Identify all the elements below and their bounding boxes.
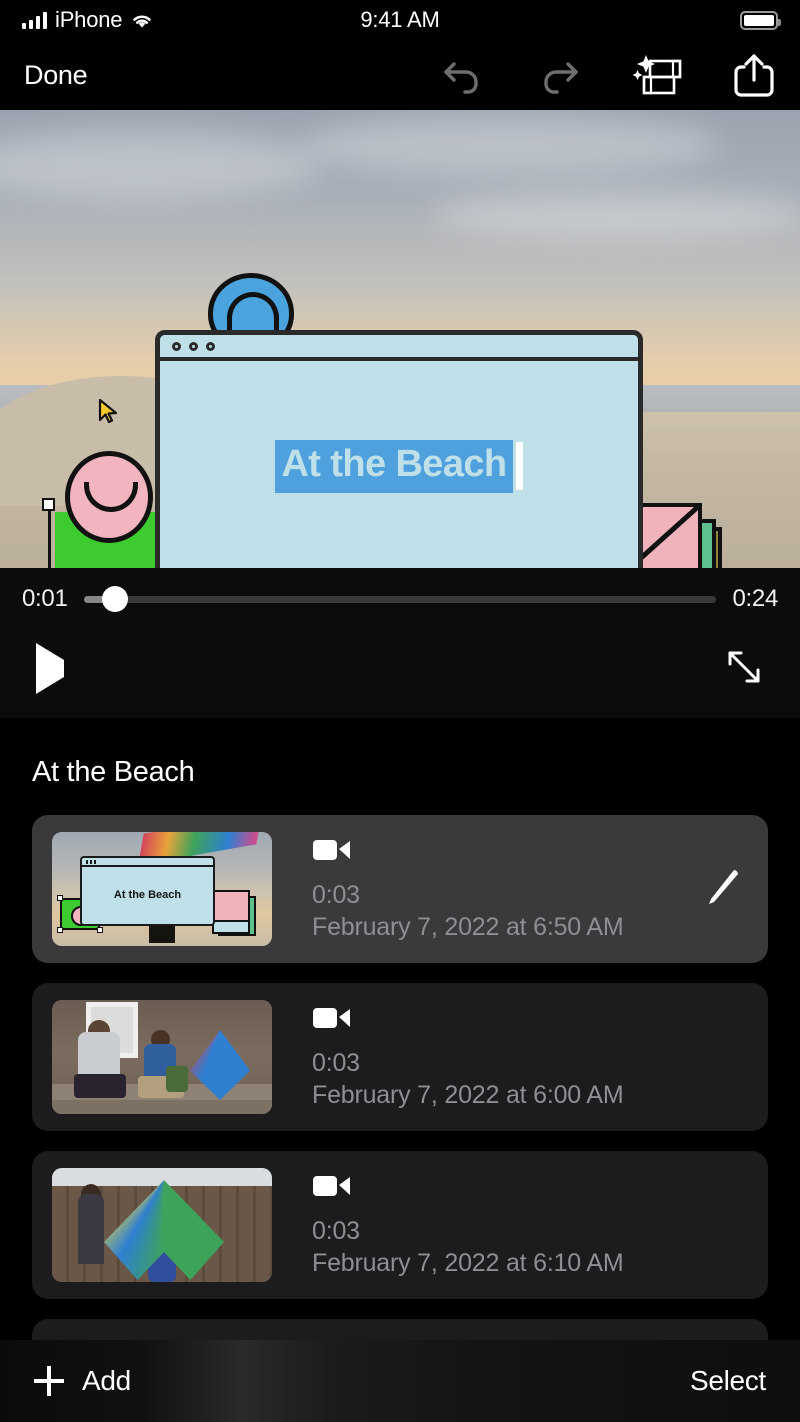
clip-metadata: 0:03 February 7, 2022 at 6:00 AM bbox=[272, 1004, 748, 1111]
clip-thumbnail[interactable] bbox=[52, 1000, 272, 1114]
plus-icon bbox=[34, 1366, 64, 1396]
title-card[interactable]: At the Beach bbox=[155, 330, 643, 568]
status-bar: iPhone 9:41 AM bbox=[0, 0, 800, 40]
navigation-bar: Done bbox=[0, 40, 800, 110]
video-camera-icon bbox=[312, 1004, 748, 1037]
playback-row bbox=[22, 630, 778, 708]
window-dot-icon bbox=[172, 341, 181, 351]
player-controls: 0:01 0:24 bbox=[0, 568, 800, 718]
bottom-toolbar: Add Select bbox=[0, 1340, 800, 1422]
status-bar-right bbox=[740, 10, 781, 30]
clip-row[interactable]: 0:03 February 7, 2022 at 6:10 AM bbox=[32, 1151, 768, 1299]
battery-full-icon bbox=[740, 10, 781, 30]
done-button[interactable]: Done bbox=[24, 60, 88, 91]
undo-icon[interactable] bbox=[440, 55, 486, 95]
clip-metadata: 0:03 February 7, 2022 at 6:10 AM bbox=[272, 1172, 748, 1279]
title-text: At the Beach bbox=[281, 442, 507, 485]
scrubber-knob[interactable] bbox=[102, 586, 129, 612]
pointer-cursor-icon bbox=[98, 398, 120, 431]
magic-movie-icon[interactable] bbox=[632, 53, 682, 97]
project-title[interactable]: At the Beach bbox=[0, 718, 800, 815]
clip-date: February 7, 2022 at 6:50 AM bbox=[312, 912, 624, 941]
play-icon[interactable] bbox=[36, 643, 64, 694]
window-dot-icon bbox=[189, 341, 198, 351]
clip-duration: 0:03 bbox=[312, 1216, 360, 1245]
current-time-label: 0:01 bbox=[22, 585, 68, 612]
clip-duration: 0:03 bbox=[312, 1048, 360, 1077]
clip-date: February 7, 2022 at 6:00 AM bbox=[312, 1080, 624, 1109]
select-button[interactable]: Select bbox=[690, 1365, 766, 1397]
selection-handle-top-left[interactable] bbox=[42, 498, 55, 511]
status-bar-clock: 9:41 AM bbox=[360, 7, 440, 32]
text-caret bbox=[515, 442, 523, 490]
pencil-edit-icon[interactable] bbox=[700, 864, 748, 915]
clip-duration: 0:03 bbox=[312, 880, 360, 909]
window-dot-icon bbox=[206, 341, 215, 351]
redo-icon[interactable] bbox=[536, 55, 582, 95]
clip-row[interactable]: At the Beach 0:03 February 7, 2022 at 6:… bbox=[32, 815, 768, 963]
clip-list: At the Beach 0:03 February 7, 2022 at 6:… bbox=[0, 815, 800, 1299]
app-screen: iPhone 9:41 AM Done At the Beach 0:01 0:… bbox=[0, 0, 800, 1422]
clip-date: February 7, 2022 at 6:10 AM bbox=[312, 1248, 624, 1277]
nav-icon-group bbox=[440, 52, 776, 98]
cloud-shape bbox=[430, 190, 800, 240]
scrubber-row: 0:01 0:24 bbox=[22, 568, 778, 630]
cloud-shape bbox=[300, 115, 720, 175]
add-label: Add bbox=[82, 1365, 131, 1396]
total-time-label: 0:24 bbox=[732, 585, 778, 612]
fullscreen-expand-icon[interactable] bbox=[724, 647, 764, 692]
title-card-titlebar bbox=[160, 335, 638, 361]
clip-thumbnail[interactable] bbox=[52, 1168, 272, 1282]
thumb-title-card: At the Beach bbox=[80, 856, 215, 926]
title-card-body: At the Beach bbox=[160, 361, 638, 568]
video-preview[interactable]: At the Beach bbox=[0, 110, 800, 568]
scrubber-track[interactable] bbox=[83, 586, 717, 612]
title-text-highlight[interactable]: At the Beach bbox=[275, 439, 513, 493]
clip-thumbnail[interactable]: At the Beach bbox=[52, 832, 272, 946]
selection-edge bbox=[48, 504, 51, 568]
video-camera-icon bbox=[312, 1172, 748, 1205]
share-icon[interactable] bbox=[732, 52, 776, 98]
video-camera-icon bbox=[312, 836, 700, 869]
add-button[interactable]: Add bbox=[34, 1365, 131, 1397]
clip-row[interactable]: 0:03 February 7, 2022 at 6:00 AM bbox=[32, 983, 768, 1131]
clip-metadata: 0:03 February 7, 2022 at 6:50 AM bbox=[272, 836, 700, 943]
thumb-title-text: At the Beach bbox=[113, 888, 182, 901]
